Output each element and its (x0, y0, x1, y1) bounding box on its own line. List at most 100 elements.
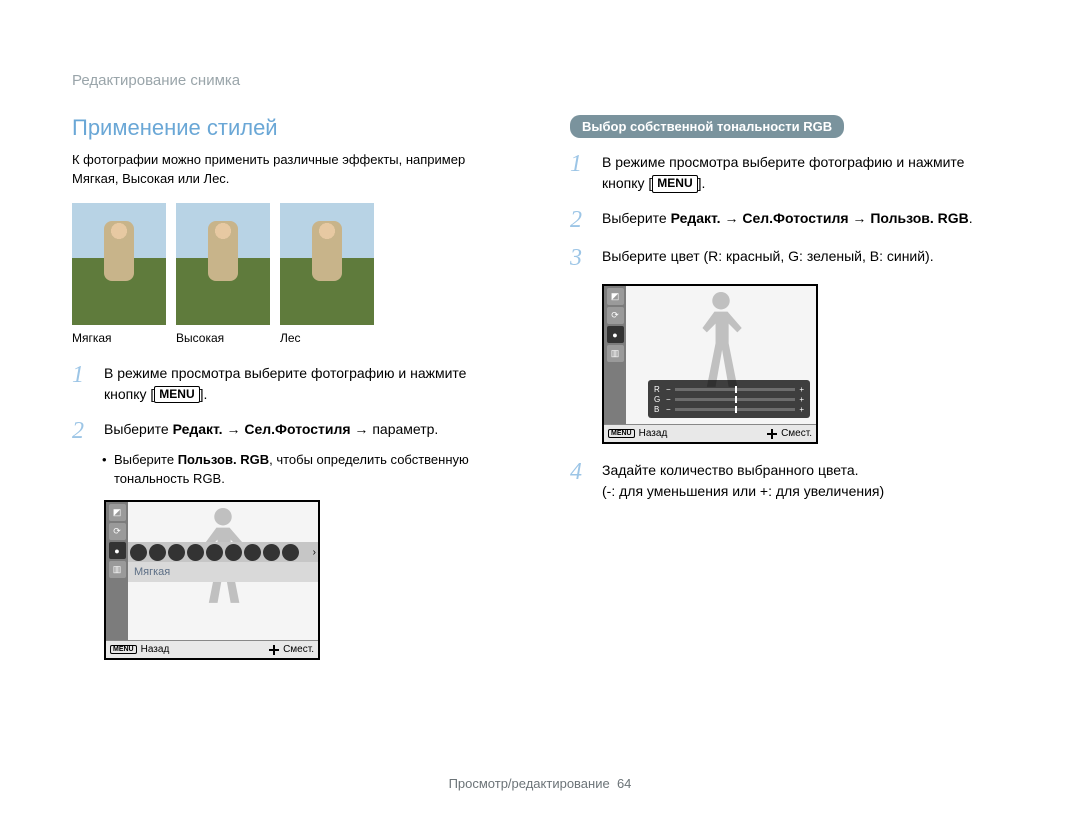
back-label: Назад (639, 428, 668, 439)
plus-icon: + (799, 395, 804, 404)
label-high: Высокая (176, 331, 270, 345)
step-text: ]. (698, 175, 706, 191)
right-step-3: 3 Выберите цвет (R: красный, G: зеленый,… (570, 246, 1008, 270)
dpad-icon (767, 429, 777, 439)
step-bold: Редакт. (671, 210, 721, 226)
style-chip (225, 544, 242, 561)
screen-canvas: › Мягкая (128, 502, 318, 640)
style-chip (130, 544, 147, 561)
bullet-bold: Пользов. RGB (178, 452, 269, 467)
page-footer: Просмотр/редактирование 64 (0, 776, 1080, 791)
step-number: 1 (570, 152, 588, 194)
dpad-icon (269, 645, 279, 655)
step-bold: Сел.Фотостиля (244, 421, 350, 437)
step-text: → (721, 210, 743, 226)
crop-icon: ◩ (109, 504, 126, 521)
step-number: 1 (72, 363, 90, 405)
minus-icon: − (666, 405, 671, 414)
right-step-1: 1 В режиме просмотра выберите фотографию… (570, 152, 1008, 194)
label-soft: Мягкая (72, 331, 166, 345)
menu-button-label: MENU (652, 175, 697, 193)
screen-sidebar: ◩ ⟳ ● ▥ (106, 502, 128, 640)
footer-page: 64 (617, 776, 631, 791)
plus-icon: + (799, 385, 804, 394)
section-title: Применение стилей (72, 115, 510, 141)
crop-icon: ◩ (607, 288, 624, 305)
rgb-channel-r: R (654, 385, 662, 394)
rotate-icon: ⟳ (607, 307, 624, 324)
camera-screen-rgb: ◩ ⟳ ● ▥ R − (602, 284, 818, 444)
menu-mini-icon: MENU (608, 429, 635, 438)
rgb-channel-b: B (654, 405, 662, 414)
rgb-slider (675, 408, 796, 411)
rgb-badge: Выбор собственной тональности RGB (570, 115, 844, 138)
right-step-2: 2 Выберите Редакт. → Сел.Фотостиля → Пол… (570, 208, 1008, 232)
rgb-slider (675, 398, 796, 401)
screen-canvas: R − + G − + (626, 286, 816, 424)
breadcrumb: Редактирование снимка (72, 72, 1008, 89)
back-label: Назад (141, 644, 170, 655)
step-bold: Сел.Фотостиля (742, 210, 848, 226)
style-chip (244, 544, 261, 561)
style-chip (149, 544, 166, 561)
minus-icon: − (666, 385, 671, 394)
style-chip (168, 544, 185, 561)
step-number: 2 (570, 208, 588, 232)
left-bullet: Выберите Пользов. RGB, чтобы определить … (102, 451, 510, 489)
step-text: Выберите цвет (R: красный, G: зеленый, B… (602, 246, 1008, 270)
step-text: Задайте количество выбранного цвета. (602, 462, 859, 478)
plus-icon: + (799, 405, 804, 414)
intro-text: К фотографии можно применить различные э… (72, 151, 510, 189)
step-bold: Редакт. (173, 421, 223, 437)
step-text: (-: для уменьшения или +: для увеличения… (602, 483, 884, 499)
left-column: Применение стилей К фотографии можно при… (72, 115, 510, 660)
label-forest: Лес (280, 331, 374, 345)
minus-icon: − (666, 395, 671, 404)
right-column: Выбор собственной тональности RGB 1 В ре… (570, 115, 1008, 660)
sample-soft (72, 203, 166, 325)
step-text: . (969, 210, 973, 226)
right-step-4: 4 Задайте количество выбранного цвета. (… (570, 460, 1008, 502)
move-label: Смест. (781, 428, 812, 439)
step-text: ]. (200, 386, 208, 402)
menu-mini-icon: MENU (110, 645, 137, 654)
screen-bottom-bar: MENU Назад Смест. (106, 640, 318, 658)
screen-bottom-bar: MENU Назад Смест. (604, 424, 816, 442)
rgb-panel: R − + G − + (648, 380, 810, 418)
rotate-icon: ⟳ (109, 523, 126, 540)
sample-high (176, 203, 270, 325)
chevron-right-icon: › (313, 547, 316, 558)
style-chip (206, 544, 223, 561)
levels-icon: ▥ (109, 561, 126, 578)
camera-screen-styles: ◩ ⟳ ● ▥ (104, 500, 320, 660)
step-text: → параметр. (351, 421, 439, 437)
step-number: 3 (570, 246, 588, 270)
step-number: 2 (72, 419, 90, 443)
sample-labels: Мягкая Высокая Лес (72, 331, 510, 345)
levels-icon: ▥ (607, 345, 624, 362)
palette-icon: ● (607, 326, 624, 343)
footer-label: Просмотр/редактирование (449, 776, 610, 791)
menu-button-label: MENU (154, 386, 199, 404)
left-step-1: 1 В режиме просмотра выберите фотографию… (72, 363, 510, 405)
style-chip-row: › (128, 542, 318, 562)
style-active-label: Мягкая (128, 562, 318, 582)
style-chip (282, 544, 299, 561)
move-label: Смест. (283, 644, 314, 655)
step-bold: Пользов. RGB (870, 210, 968, 226)
style-chip (187, 544, 204, 561)
sample-forest (280, 203, 374, 325)
step-text: Выберите (104, 421, 173, 437)
screen-sidebar: ◩ ⟳ ● ▥ (604, 286, 626, 424)
rgb-channel-g: G (654, 395, 662, 404)
left-step-2: 2 Выберите Редакт. → Сел.Фотостиля → пар… (72, 419, 510, 443)
step-text: → (223, 421, 245, 437)
step-number: 4 (570, 460, 588, 502)
bullet-text: Выберите (114, 452, 178, 467)
step-text: → (849, 210, 871, 226)
step-text: Выберите (602, 210, 671, 226)
palette-icon: ● (109, 542, 126, 559)
rgb-slider (675, 388, 796, 391)
sample-images (72, 203, 510, 325)
style-chip (263, 544, 280, 561)
